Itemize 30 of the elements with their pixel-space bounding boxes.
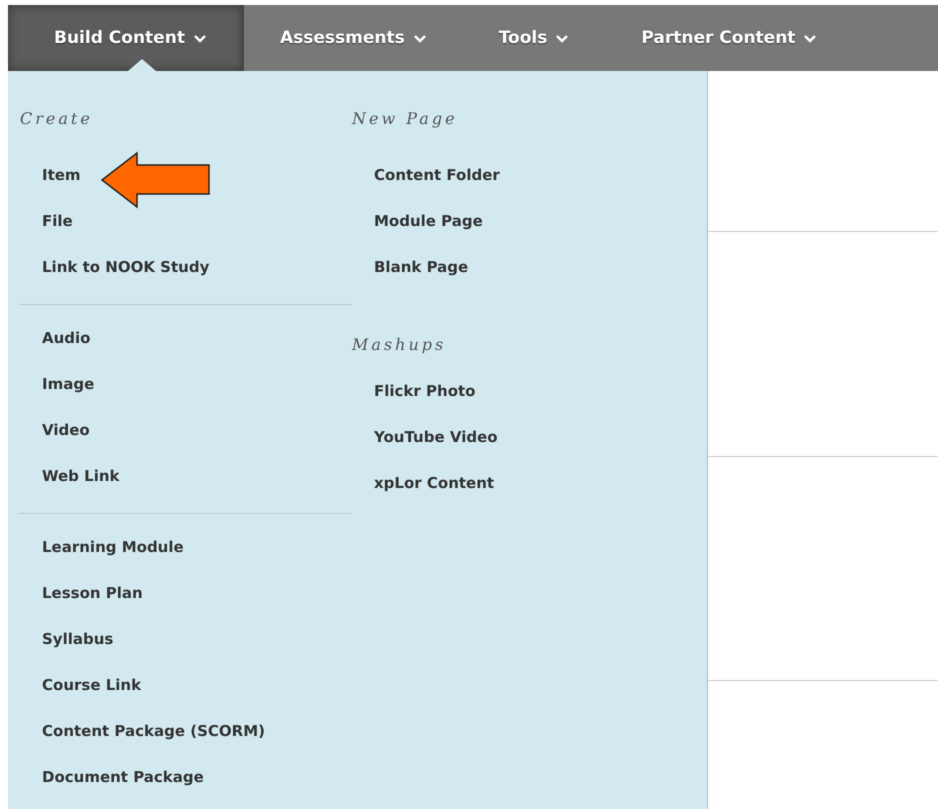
menu-item[interactable]: Web Link <box>36 445 126 491</box>
menu-item[interactable]: Image <box>36 353 100 399</box>
menu-item[interactable]: Course Link <box>36 654 148 700</box>
menu-item[interactable]: Item <box>36 144 87 190</box>
chevron-down-icon <box>192 34 207 42</box>
menu-tab[interactable]: Assessments <box>244 5 463 71</box>
menu-item[interactable]: Module Page <box>368 190 489 236</box>
menu-item[interactable]: Lesson Plan <box>36 562 149 608</box>
menu-item[interactable]: Video <box>36 399 96 445</box>
section-heading: Create <box>20 109 94 130</box>
section-heading: Mashups <box>352 335 448 356</box>
chevron-down-icon <box>412 34 427 42</box>
chevron-down-icon <box>803 34 818 42</box>
chevron-down-icon <box>555 34 570 42</box>
section-heading: New Page <box>352 109 459 130</box>
menu-tab[interactable]: Tools <box>462 5 606 71</box>
menu-tab[interactable]: Partner Content <box>605 5 854 71</box>
menu-item[interactable]: Content Package (SCORM) <box>36 700 271 746</box>
menu-item[interactable]: xpLor Content <box>368 452 500 498</box>
menu-item[interactable]: Document Package <box>36 746 210 792</box>
menu-item[interactable]: Content Folder <box>368 144 506 190</box>
menu-item[interactable]: Flickr Photo <box>368 360 482 406</box>
menu-item[interactable]: Blank Page <box>368 236 474 282</box>
menu-item[interactable]: File <box>36 190 79 236</box>
menu-item[interactable]: YouTube Video <box>368 406 504 452</box>
menu-item[interactable]: Learning Module <box>36 516 190 562</box>
menu-tab[interactable]: Build Content <box>8 5 244 71</box>
menu-item[interactable]: Syllabus <box>36 608 120 654</box>
menu-item[interactable]: Link to NOOK Study <box>36 236 216 282</box>
menu-item[interactable]: Audio <box>36 307 96 353</box>
